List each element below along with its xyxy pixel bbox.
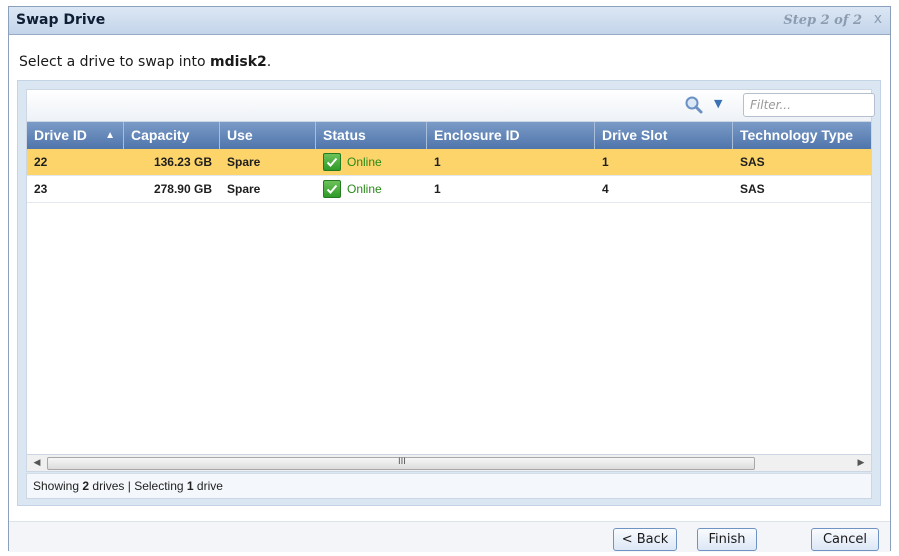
column-header-status[interactable]: Status [316, 122, 427, 149]
drive-table-panel: ▼ Drive ID ▲ Capacity Use Status Enclosu… [17, 80, 881, 506]
checkbox-check-icon [323, 179, 341, 198]
swap-drive-dialog: Swap Drive Step 2 of 2 x Select a drive … [8, 6, 891, 552]
dialog-titlebar: Swap Drive Step 2 of 2 x [9, 7, 890, 35]
column-header-capacity[interactable]: Capacity [124, 122, 220, 149]
cell-drive-slot: 1 [602, 155, 609, 169]
table-toolbar: ▼ [26, 89, 875, 121]
cell-use: Spare [227, 155, 261, 169]
column-header-label: Enclosure ID [434, 127, 520, 143]
column-header-drive-id[interactable]: Drive ID ▲ [27, 122, 124, 149]
drive-table: Drive ID ▲ Capacity Use Status Enclosure… [26, 121, 872, 455]
status-suffix: drive [193, 479, 223, 493]
instruction-suffix: . [266, 54, 272, 70]
column-header-label: Drive Slot [602, 127, 668, 143]
instruction-target: mdisk2 [209, 54, 267, 70]
finish-button[interactable]: Finish [697, 528, 757, 551]
status-text: Online [347, 182, 382, 196]
cell-drive-id: 22 [34, 155, 48, 169]
sort-ascending-icon: ▲ [105, 130, 115, 141]
horizontal-scrollbar[interactable]: ◀ III ▶ [26, 455, 872, 472]
back-button[interactable]: < Back [613, 528, 677, 551]
table-header: Drive ID ▲ Capacity Use Status Enclosure… [27, 122, 871, 149]
cell-status: Online [316, 176, 427, 203]
cell-enclosure-id: 1 [434, 182, 441, 196]
filter-input[interactable] [743, 93, 875, 117]
cell-technology-type: SAS [740, 155, 765, 169]
cell-use: Spare [227, 182, 261, 196]
column-header-drive-slot[interactable]: Drive Slot [595, 122, 733, 149]
cancel-button[interactable]: Cancel [811, 528, 879, 551]
cell-drive-slot: 4 [602, 182, 609, 196]
cell-capacity: 136.23 GB [153, 155, 212, 169]
status-mid: drives | Selecting [89, 479, 187, 493]
instruction-text: Select a drive to swap into mdisk2. [19, 54, 271, 70]
column-header-label: Status [323, 127, 366, 143]
table-status-bar: Showing 2 drives | Selecting 1 drive [26, 473, 872, 499]
instruction-prefix: Select a drive to swap into [19, 54, 210, 70]
cell-capacity: 278.90 GB [153, 182, 212, 196]
scrollbar-thumb[interactable]: III [47, 457, 755, 470]
column-header-use[interactable]: Use [220, 122, 316, 149]
selected-count: 1 [186, 479, 194, 493]
dialog-title: Swap Drive [16, 12, 106, 28]
step-indicator: Step 2 of 2 [783, 13, 862, 28]
column-header-technology-type[interactable]: Technology Type [733, 122, 871, 149]
close-icon[interactable]: x [874, 11, 882, 27]
chevron-down-icon[interactable]: ▼ [714, 97, 722, 110]
status-prefix: Showing [33, 479, 83, 493]
cell-drive-id: 23 [34, 182, 48, 196]
scroll-right-icon[interactable]: ▶ [853, 456, 869, 470]
column-header-enclosure-id[interactable]: Enclosure ID [427, 122, 595, 149]
column-header-label: Technology Type [740, 127, 854, 143]
cell-technology-type: SAS [740, 182, 765, 196]
table-row[interactable]: 22 136.23 GB Spare Online 1 1 SAS [27, 149, 871, 176]
scrollbar-grip: III [398, 457, 406, 467]
column-header-label: Capacity [131, 127, 190, 143]
status-text: Online [347, 155, 382, 169]
scroll-left-icon[interactable]: ◀ [29, 456, 45, 470]
checkbox-check-icon [323, 152, 341, 171]
cell-enclosure-id: 1 [434, 155, 441, 169]
dialog-footer: < Back Finish Cancel [9, 521, 890, 552]
column-header-label: Drive ID [34, 127, 87, 143]
table-row[interactable]: 23 278.90 GB Spare Online 1 4 SAS [27, 176, 871, 203]
column-header-label: Use [227, 127, 253, 143]
cell-status: Online [316, 149, 427, 176]
search-icon[interactable] [684, 95, 704, 115]
